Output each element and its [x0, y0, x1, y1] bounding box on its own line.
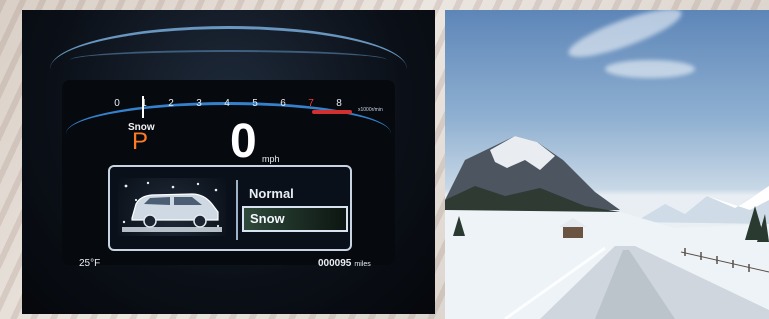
mountain-landscape: [445, 136, 769, 319]
tach-unit-label: x1000r/min: [358, 107, 383, 113]
cluster-hood-light-inner: [70, 50, 387, 70]
minivan-snow-icon: [118, 178, 226, 236]
tach-tick: 8: [336, 98, 342, 109]
gear-indicator: P: [132, 128, 149, 155]
speed-readout: 0: [230, 115, 257, 168]
odometer: 000095 miles: [318, 258, 371, 269]
menu-divider: [236, 180, 238, 240]
tach-tick: 2: [168, 98, 174, 109]
tach-tick: 3: [196, 98, 202, 109]
drive-mode-option-normal[interactable]: Normal: [249, 186, 294, 201]
drive-mode-option-snow-label: Snow: [250, 211, 285, 226]
outside-temperature: 25°F: [79, 258, 101, 269]
tach-tick: 6: [280, 98, 286, 109]
snowy-road-photo: [445, 10, 769, 319]
tach-tick: 5: [252, 98, 258, 109]
tachometer-needle: [142, 96, 144, 118]
tach-tick: 1: [141, 98, 147, 109]
tach-tick: 4: [224, 98, 230, 109]
drive-mode-option-snow-selected[interactable]: Snow: [242, 206, 348, 232]
tach-tick: 7: [308, 98, 314, 109]
instrument-cluster-image: 0 1 2 3 4 5 6 7 8 x1000r/min Snow P 0 mp…: [22, 10, 435, 314]
tach-tick: 0: [114, 98, 120, 109]
speed-unit: mph: [262, 154, 280, 164]
odometer-unit: miles: [354, 261, 371, 268]
odometer-value: 000095: [318, 258, 352, 269]
